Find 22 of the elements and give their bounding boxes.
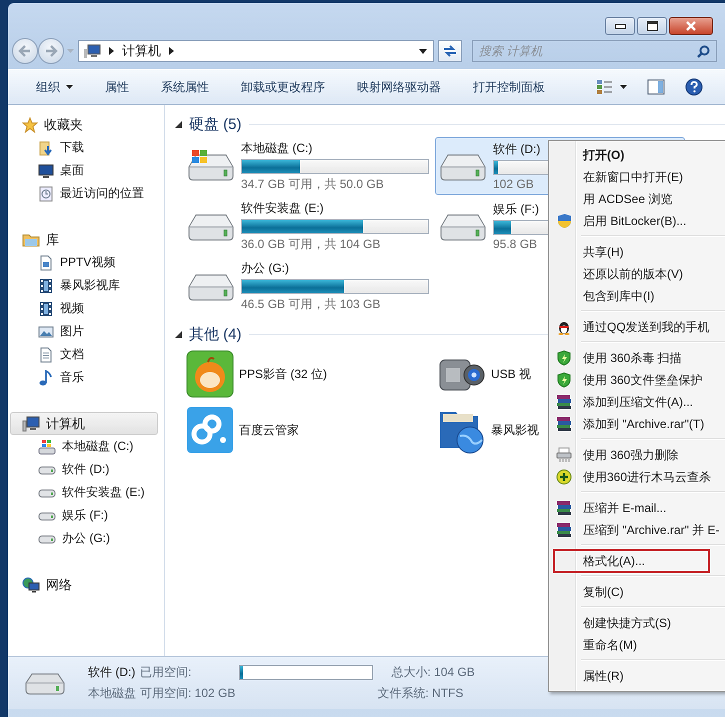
group-title: 其他 (4): [189, 324, 242, 344]
file-system-text: 文件系统: NTFS: [377, 685, 464, 702]
drive-type-text: 本地磁盘: [88, 685, 136, 702]
item-name: USB 视: [491, 366, 532, 382]
item-name: 办公 (G:): [241, 260, 289, 276]
item-name: 暴风影视: [491, 422, 539, 438]
free-space-text: 95.8 GB: [493, 237, 538, 251]
item-name: 本地磁盘 (C:): [241, 140, 312, 156]
used-space-label: 已用空间:: [140, 664, 192, 681]
free-space-text: 46.5 GB 可用，共 103 GB: [241, 296, 380, 312]
free-space-text: 34.7 GB 可用，共 50.0 GB: [241, 176, 384, 192]
free-space-text: 可用空间: 102 GB: [140, 685, 236, 702]
total-size-text: 总大小: 104 GB: [391, 664, 475, 681]
item-name: 娱乐 (F:): [493, 201, 539, 218]
item-name: 软件安装盘 (E:): [241, 200, 324, 216]
free-space-text: 36.0 GB 可用，共 104 GB: [241, 236, 380, 252]
group-title: 硬盘 (5): [189, 114, 242, 134]
item-name: PPS影音 (32 位): [239, 366, 328, 382]
free-space-text: 102 GB: [493, 177, 534, 191]
item-name: 软件 (D:): [493, 141, 540, 158]
drive-name: 软件 (D:): [88, 664, 136, 681]
item-name: 百度云管家: [239, 422, 299, 438]
